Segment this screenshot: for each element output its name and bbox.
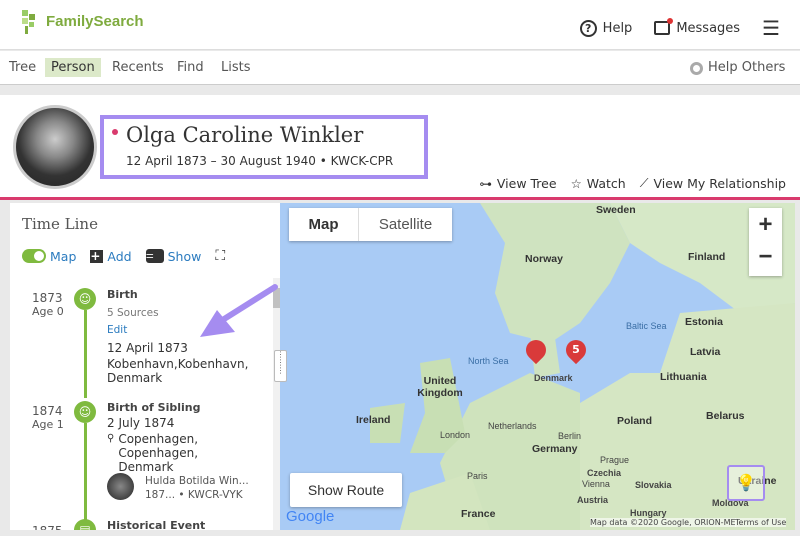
sliders-icon: ⚌ <box>145 249 164 263</box>
event-age: Age 0 <box>32 305 64 318</box>
panel-resize-handle[interactable]: ⋮ ⋮ ⋮ <box>274 350 287 382</box>
event-place: Copenhagen, Copenhagen, Denmark <box>118 432 199 474</box>
star-icon: ☆ <box>570 175 582 191</box>
help-icon: ? <box>579 19 597 37</box>
fullscreen-icon[interactable]: ⛶ <box>215 248 225 264</box>
help-button[interactable]: ? Help <box>579 19 632 37</box>
view-tree-button[interactable]: ⊶ View Tree <box>479 175 556 191</box>
view-relationship-button[interactable]: ⟋ View My Relationship <box>640 175 786 191</box>
help-others-link[interactable]: Help Others <box>684 58 791 77</box>
status-dot <box>112 129 118 135</box>
map-label: London <box>440 430 471 440</box>
map-label: Baltic Sea <box>626 321 667 331</box>
event-date: 2 July 1874 <box>107 416 175 430</box>
timeline-title: Time Line <box>22 215 98 233</box>
nav-find[interactable]: Find <box>171 58 210 77</box>
map-label: France <box>461 508 496 520</box>
map-attribution: Map data ©2020 Google, ORION-ME <box>590 518 736 527</box>
map-label: Latvia <box>690 346 721 358</box>
familysearch-logo[interactable]: FamilySearch <box>20 8 144 34</box>
timeline-line <box>84 423 87 523</box>
map-label: Belarus <box>706 410 745 422</box>
map-label: Vienna <box>582 479 610 489</box>
event-place: Kobenhavn,Kobenhavn, Denmark <box>107 357 249 385</box>
event-title: Historical Event <box>107 519 206 530</box>
event-year: 1875 <box>32 525 63 531</box>
lightbulb-feedback-icon[interactable]: 💡 <box>727 465 765 501</box>
event-date: 12 April 1873 <box>107 341 188 355</box>
map-label: Poland <box>617 415 653 427</box>
terms-link[interactable]: Terms of Use <box>735 518 787 527</box>
map-label: Ireland <box>356 414 391 426</box>
birth-icon: ☺ <box>74 401 96 423</box>
map-label: Czechia <box>587 468 622 478</box>
map-toggle[interactable]: Map <box>22 249 76 264</box>
relative-avatar <box>107 473 134 500</box>
nav-person[interactable]: Person <box>45 58 101 77</box>
relative-name: Hulda Botilda Win... <box>145 475 249 487</box>
map-type-map[interactable]: Map <box>289 208 359 241</box>
event-icon: ▤ <box>74 519 96 530</box>
map-label: Berlin <box>558 431 582 441</box>
zoom-control: + − <box>749 208 782 276</box>
timeline-panel: Time Line Map + Add ⚌ Show ⛶ 1873 Age 0 ☺ B… <box>10 203 280 530</box>
show-button[interactable]: ⚌ Show <box>145 249 201 264</box>
zoom-out-button[interactable]: − <box>749 242 782 276</box>
map-label: United Kingdom <box>417 375 463 399</box>
show-route-button[interactable]: Show Route <box>290 473 402 507</box>
person-name: Olga Caroline Winkler <box>126 123 364 147</box>
nav-recents[interactable]: Recents <box>106 58 170 77</box>
map-label: Finland <box>688 251 726 263</box>
person-name-box: Olga Caroline Winkler 12 April 1873 – 30… <box>100 115 428 179</box>
event-year: 1874 <box>32 404 63 418</box>
map-view[interactable]: Sweden Norway Finland Estonia Latvia Bal… <box>280 203 795 530</box>
birth-icon: ☺ <box>74 288 96 310</box>
relationship-icon: ⟋ <box>639 175 649 190</box>
annotation-arrow-icon <box>200 284 278 337</box>
tree-logo-icon <box>22 10 35 34</box>
map-label: Lithuania <box>660 371 707 383</box>
main-nav: Tree Person Recents Find Lists Help Othe… <box>0 51 800 85</box>
lifebuoy-icon <box>690 62 703 75</box>
map-label: Netherlands <box>488 421 537 431</box>
map-label: Denmark <box>534 373 573 383</box>
add-button[interactable]: + Add <box>90 249 132 264</box>
map-label: Estonia <box>685 316 723 328</box>
messages-button[interactable]: Messages <box>654 18 740 36</box>
nav-lists[interactable]: Lists <box>215 58 257 77</box>
map-type-control: Map Satellite <box>289 208 452 241</box>
event-year: 1873 <box>32 291 63 305</box>
map-label: Prague <box>600 455 630 465</box>
person-avatar[interactable] <box>13 105 97 189</box>
location-pin-icon: ⚲ <box>107 433 115 444</box>
map-label: Austria <box>577 495 609 505</box>
person-dates: 12 April 1873 – 30 August 1940 • KWCK-CP… <box>126 154 394 168</box>
map-label: Norway <box>525 253 563 265</box>
plus-icon: + <box>90 249 104 263</box>
map-marker-cluster[interactable]: 5 <box>561 335 591 365</box>
tree-icon: ⊶ <box>479 175 492 191</box>
map-label: Sweden <box>596 204 636 216</box>
timeline-line <box>84 310 87 398</box>
event-title: Birth of Sibling <box>107 401 201 414</box>
menu-icon[interactable]: ☰ <box>762 16 780 40</box>
map-label: Paris <box>467 471 488 481</box>
watch-button[interactable]: ☆ Watch <box>571 175 626 191</box>
map-label: Slovakia <box>635 480 672 490</box>
toggle-switch <box>22 249 46 263</box>
person-card: Olga Caroline Winkler 12 April 1873 – 30… <box>0 95 800 200</box>
nav-tree[interactable]: Tree <box>3 58 42 77</box>
relative-info: 187... • KWCR-VYK <box>145 489 243 501</box>
message-icon <box>654 18 674 35</box>
marker-count: 5 <box>572 343 580 356</box>
map-label: North Sea <box>468 356 509 366</box>
map-label: Hungary <box>630 508 667 518</box>
google-logo: Google <box>286 508 335 525</box>
map-label: Germany <box>532 443 578 455</box>
event-age: Age 1 <box>32 418 64 431</box>
top-header: FamilySearch ? Help Messages ☰ <box>0 0 800 50</box>
map-type-satellite[interactable]: Satellite <box>359 208 452 241</box>
zoom-in-button[interactable]: + <box>749 208 782 242</box>
